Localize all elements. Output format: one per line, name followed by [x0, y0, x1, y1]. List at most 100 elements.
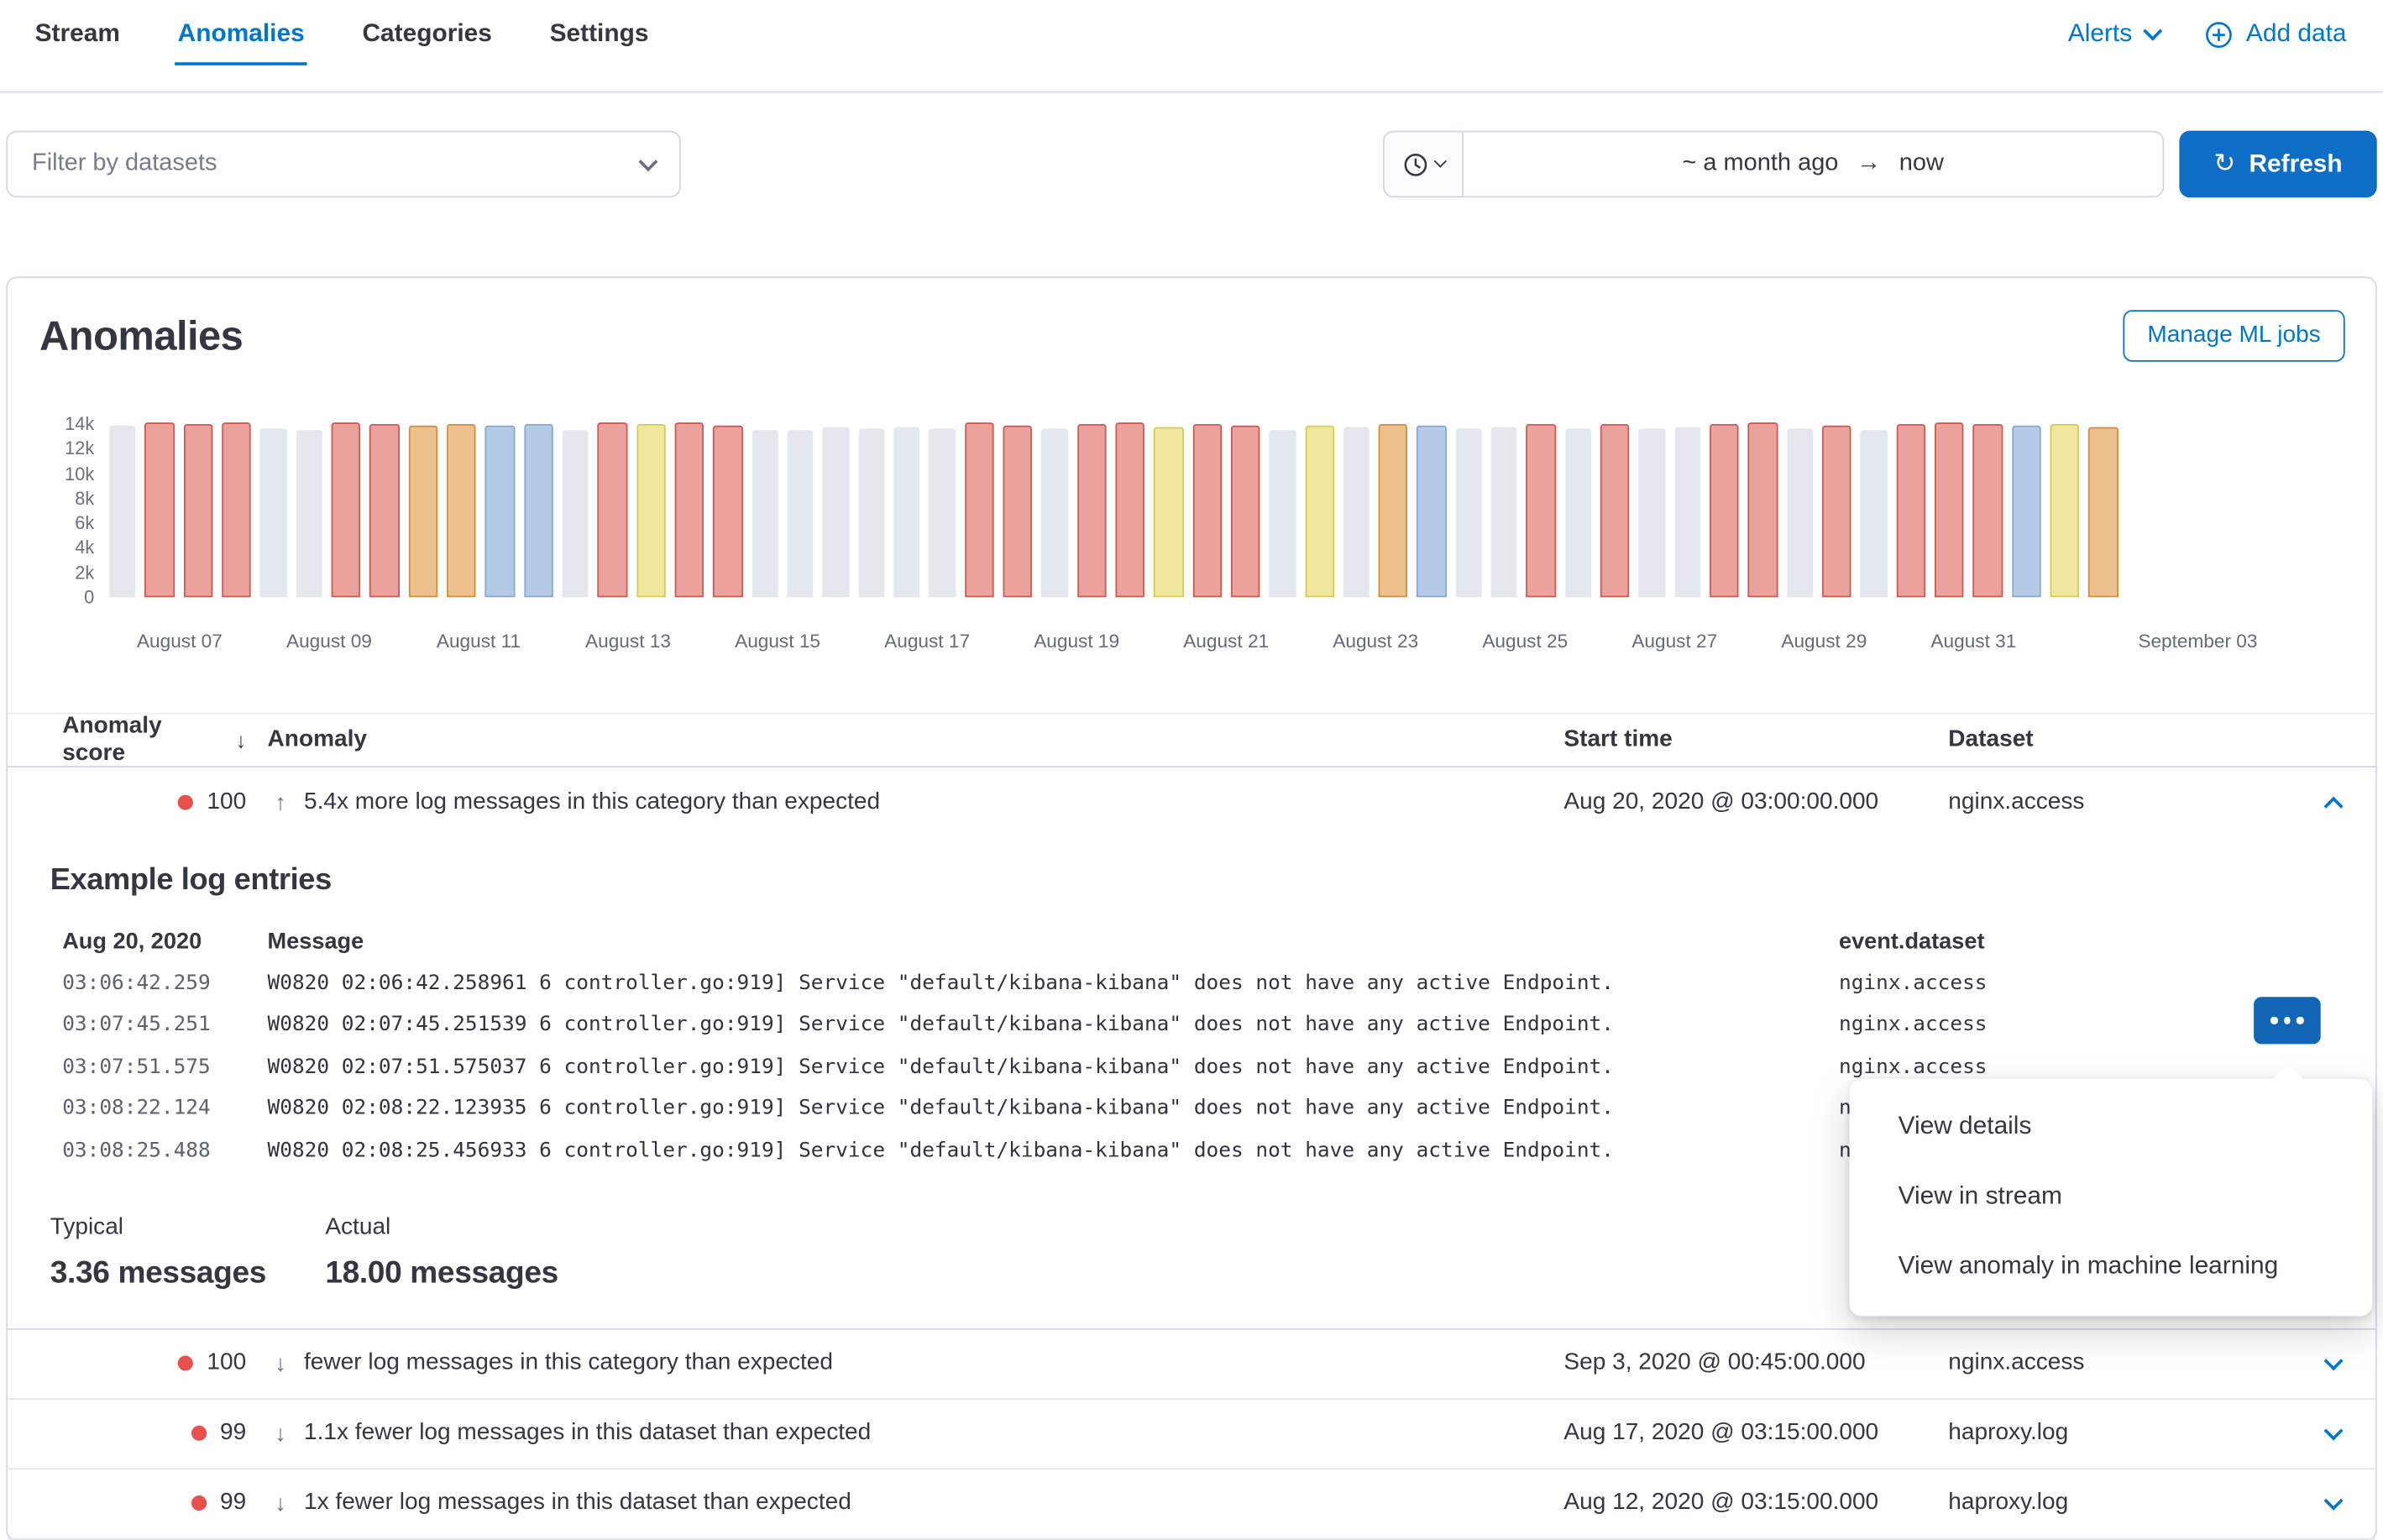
histogram-bar-crit[interactable]: [1115, 422, 1144, 597]
histogram-bar-minor[interactable]: [1154, 427, 1183, 597]
histogram-bar-none[interactable]: [752, 430, 778, 598]
context-menu-item[interactable]: View details: [1850, 1092, 2373, 1161]
histogram-bar-none[interactable]: [893, 427, 919, 597]
histogram-bar-crit[interactable]: [1527, 424, 1556, 597]
refresh-button[interactable]: ↻ Refresh: [2179, 131, 2376, 198]
histogram-bar-major[interactable]: [408, 425, 437, 597]
histogram-bar-none[interactable]: [1861, 430, 1887, 598]
histogram-bar-none[interactable]: [563, 430, 589, 597]
histogram-bar-none[interactable]: [1674, 427, 1700, 597]
histogram-bar-major[interactable]: [2089, 427, 2119, 597]
log-entry-message: W0820 02:08:22.123935 6 controller.go:91…: [268, 1096, 1839, 1120]
histogram-bar-none[interactable]: [1787, 429, 1813, 597]
histogram-bar-crit[interactable]: [713, 425, 742, 597]
log-entry-row[interactable]: 03:07:45.251W0820 02:07:45.251539 6 cont…: [50, 1003, 2333, 1045]
histogram-bar-warn[interactable]: [524, 424, 553, 597]
histogram-bar-crit[interactable]: [1231, 425, 1260, 597]
add-data-button[interactable]: Add data: [2205, 20, 2346, 49]
histogram-bar-crit[interactable]: [1935, 422, 1964, 597]
histogram-bar-major[interactable]: [447, 423, 476, 597]
anomaly-score: 99: [220, 1419, 246, 1447]
context-menu-item[interactable]: View anomaly in machine learning: [1850, 1231, 2373, 1301]
anomaly-table-row[interactable]: 100↑5.4x more log messages in this categ…: [8, 767, 2375, 837]
histogram-bar-crit[interactable]: [1973, 424, 2003, 597]
histogram-bar-none[interactable]: [109, 425, 135, 597]
histogram-bar-crit[interactable]: [1896, 425, 1925, 598]
column-header-anomaly-score[interactable]: Anomaly score ↓: [8, 713, 267, 767]
histogram-bar-minor[interactable]: [2050, 425, 2080, 598]
histogram-bar-none[interactable]: [1041, 429, 1067, 597]
histogram-bar-crit[interactable]: [1003, 425, 1032, 597]
histogram-bar-none[interactable]: [296, 430, 322, 597]
histogram-bar-none[interactable]: [823, 427, 849, 597]
histogram-bar-none[interactable]: [858, 429, 884, 597]
page-title: Anomalies: [39, 312, 243, 359]
histogram-bar-none[interactable]: [1270, 430, 1296, 598]
histogram-bar-minor[interactable]: [1305, 425, 1334, 597]
histogram-bar-minor[interactable]: [636, 424, 666, 597]
histogram-bar-warn[interactable]: [1417, 425, 1447, 597]
histogram-bar-none[interactable]: [1565, 429, 1591, 597]
table-header-row: Anomaly score ↓ Anomaly Start time Datas…: [8, 713, 2375, 767]
x-tick-label: August 09: [286, 631, 372, 652]
date-picker-quick-menu-button[interactable]: [1385, 132, 1464, 196]
log-date-header: Aug 20, 2020: [50, 928, 268, 954]
anomaly-table-row[interactable]: 100↓fewer log messages in this category …: [8, 1329, 2375, 1399]
refresh-label: Refresh: [2249, 149, 2342, 178]
tab-anomalies[interactable]: Anomalies: [175, 15, 307, 65]
histogram-bar-crit[interactable]: [1822, 425, 1851, 597]
alerts-menu-button[interactable]: Alerts: [2068, 20, 2160, 49]
histogram-bar-none[interactable]: [1639, 429, 1665, 597]
tab-settings[interactable]: Settings: [547, 15, 652, 65]
histogram-bar-crit[interactable]: [1076, 424, 1106, 597]
date-range-end[interactable]: now: [1899, 150, 1944, 178]
histogram-bar-crit[interactable]: [183, 424, 212, 597]
histogram-bar-crit[interactable]: [369, 424, 399, 597]
histogram-bar-crit[interactable]: [222, 422, 251, 597]
histogram-bar-crit[interactable]: [1748, 422, 1778, 597]
nav-actions: Alerts Add data: [2068, 15, 2347, 49]
expand-chevron-icon[interactable]: [2323, 1490, 2343, 1510]
histogram-bar-warn[interactable]: [2012, 425, 2041, 597]
log-entry-time: 03:06:42.259: [50, 971, 268, 995]
log-entry-actions-button[interactable]: [2254, 997, 2321, 1044]
histogram-bar-crit[interactable]: [964, 422, 993, 597]
expand-chevron-icon[interactable]: [2323, 1421, 2343, 1440]
rest-rows-slot: 100↓fewer log messages in this category …: [8, 1329, 2375, 1539]
histogram-bar-none[interactable]: [1343, 427, 1370, 597]
histogram-bar-crit[interactable]: [598, 422, 627, 597]
histogram-bar-none[interactable]: [260, 429, 286, 597]
histogram-bar-major[interactable]: [1379, 424, 1408, 597]
tab-categories[interactable]: Categories: [359, 15, 495, 65]
tab-stream[interactable]: Stream: [32, 15, 123, 65]
y-tick-label: 8k: [75, 488, 94, 509]
histogram-bar-none[interactable]: [929, 428, 955, 597]
actual-metric: Actual 18.00 messages: [325, 1213, 600, 1291]
date-range-display[interactable]: ~ a month ago → now: [1464, 132, 2163, 196]
refresh-icon: ↻: [2213, 149, 2235, 179]
expand-chevron-icon[interactable]: [2323, 1350, 2343, 1370]
manage-ml-jobs-button[interactable]: Manage ML jobs: [2123, 310, 2344, 362]
histogram-bar-crit[interactable]: [1600, 425, 1630, 598]
anomaly-description: fewer log messages in this category than…: [304, 1349, 833, 1377]
dataset-filter-combobox[interactable]: Filter by datasets: [6, 131, 681, 198]
histogram-bar-crit[interactable]: [332, 422, 361, 597]
histogram-bar-crit[interactable]: [674, 422, 704, 597]
histogram-bar-crit[interactable]: [145, 422, 175, 597]
log-entry-row[interactable]: 03:06:42.259W0820 02:06:42.258961 6 cont…: [50, 962, 2333, 1004]
histogram-bar-warn[interactable]: [485, 426, 515, 597]
column-header-start-time: Start time: [1563, 726, 1948, 754]
date-range-start[interactable]: ~ a month ago: [1682, 150, 1838, 178]
x-tick-label: August 19: [1034, 631, 1119, 652]
histogram-bar-none[interactable]: [1491, 427, 1517, 597]
histogram-bar-crit[interactable]: [1192, 423, 1222, 597]
histogram-bar-crit[interactable]: [1710, 424, 1739, 597]
histogram-bar-none[interactable]: [1456, 429, 1482, 597]
chevron-down-icon: [2143, 22, 2162, 41]
anomaly-table-row[interactable]: 99↓1.1x fewer log messages in this datas…: [8, 1399, 2375, 1469]
anomaly-table-row[interactable]: 99↓1x fewer log messages in this dataset…: [8, 1469, 2375, 1538]
context-menu-item[interactable]: View in stream: [1850, 1161, 2373, 1231]
collapse-chevron-icon[interactable]: [2323, 796, 2343, 815]
histogram-bar-none[interactable]: [787, 431, 813, 597]
expanded-row-slot: 100↑5.4x more log messages in this categ…: [8, 767, 2375, 837]
